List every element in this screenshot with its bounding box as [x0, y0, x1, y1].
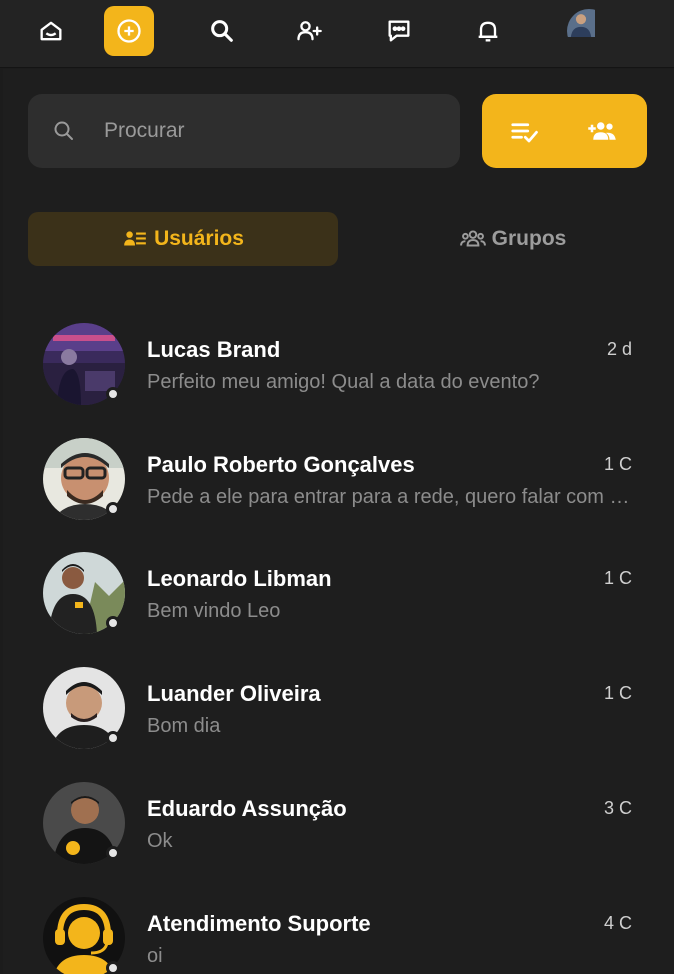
home-button[interactable]: [28, 8, 74, 54]
messages-button[interactable]: [376, 8, 422, 54]
mark-all-read-button[interactable]: [504, 111, 544, 151]
message-preview: Bom dia: [147, 715, 221, 737]
tab-groups[interactable]: Grupos: [358, 212, 668, 266]
status-indicator: [106, 502, 120, 516]
message-preview: Ok: [147, 830, 173, 852]
profile-avatar: [567, 9, 611, 53]
conversation-item[interactable]: Lucas Brand 2 d Perfeito meu amigo! Qual…: [3, 323, 674, 433]
add-friend-button[interactable]: [286, 8, 332, 54]
message-time: 3 C: [603, 798, 632, 818]
contact-name: Paulo Roberto Gonçalves: [147, 452, 415, 477]
tab-users[interactable]: Usuários: [28, 212, 338, 266]
status-indicator: [106, 731, 120, 745]
conversation-item[interactable]: Leonardo Libman 1 C Bem vindo Leo: [3, 552, 674, 662]
profile-button[interactable]: [566, 8, 612, 54]
message-preview: Bem vindo Leo: [147, 600, 281, 622]
message-time: 1 C: [603, 683, 632, 703]
message-preview: Pede a ele para entrar para a rede, quer…: [147, 486, 631, 508]
chat-list-panel: Usuários Grupos Lucas Brand 2 d Perfeito…: [3, 69, 674, 974]
chat-icon: [388, 20, 410, 42]
create-button[interactable]: [104, 6, 154, 56]
search-input[interactable]: [104, 114, 424, 148]
conversation-item[interactable]: Luander Oliveira 1 C Bom dia: [3, 667, 674, 777]
contact-name: Leonardo Libman: [147, 566, 332, 591]
create-group-button[interactable]: [582, 111, 622, 151]
bell-icon: [478, 21, 498, 42]
mark-read-icon: [511, 123, 538, 143]
message-time: 4 C: [603, 913, 632, 933]
action-buttons: [482, 94, 647, 168]
users-list-icon: [124, 231, 146, 246]
tab-users-label: Usuários: [154, 227, 244, 250]
search-bar: [28, 94, 460, 168]
search-icon: [54, 121, 73, 140]
search-nav-button[interactable]: [199, 8, 245, 54]
conversation-item[interactable]: Eduardo Assunção 3 C Ok: [3, 782, 674, 892]
group-add-icon: [588, 122, 616, 140]
status-indicator: [106, 961, 120, 974]
status-indicator: [106, 616, 120, 630]
status-indicator: [106, 387, 120, 401]
contact-name: Luander Oliveira: [147, 681, 321, 706]
message-time: 1 C: [603, 568, 632, 588]
add-user-icon: [297, 21, 322, 41]
contact-name: Eduardo Assunção: [147, 796, 347, 821]
conversation-item[interactable]: Atendimento Suporte 4 C oi: [3, 897, 674, 974]
groups-icon: [459, 230, 486, 247]
plus-circle-icon: [117, 19, 141, 43]
top-nav-bar: [0, 0, 674, 68]
home-icon: [40, 21, 62, 41]
conversation-item[interactable]: Paulo Roberto Gonçalves 1 C Pede a ele p…: [3, 438, 674, 548]
status-indicator: [106, 846, 120, 860]
message-preview: oi: [147, 945, 163, 967]
contact-name: Atendimento Suporte: [147, 911, 371, 936]
message-time: 2 d: [606, 339, 632, 359]
notifications-button[interactable]: [465, 8, 511, 54]
contact-name: Lucas Brand: [147, 337, 281, 362]
search-icon: [211, 20, 233, 42]
message-preview: Perfeito meu amigo! Qual a data do event…: [147, 371, 540, 393]
tab-groups-label: Grupos: [491, 227, 567, 250]
message-time: 1 C: [603, 454, 632, 474]
